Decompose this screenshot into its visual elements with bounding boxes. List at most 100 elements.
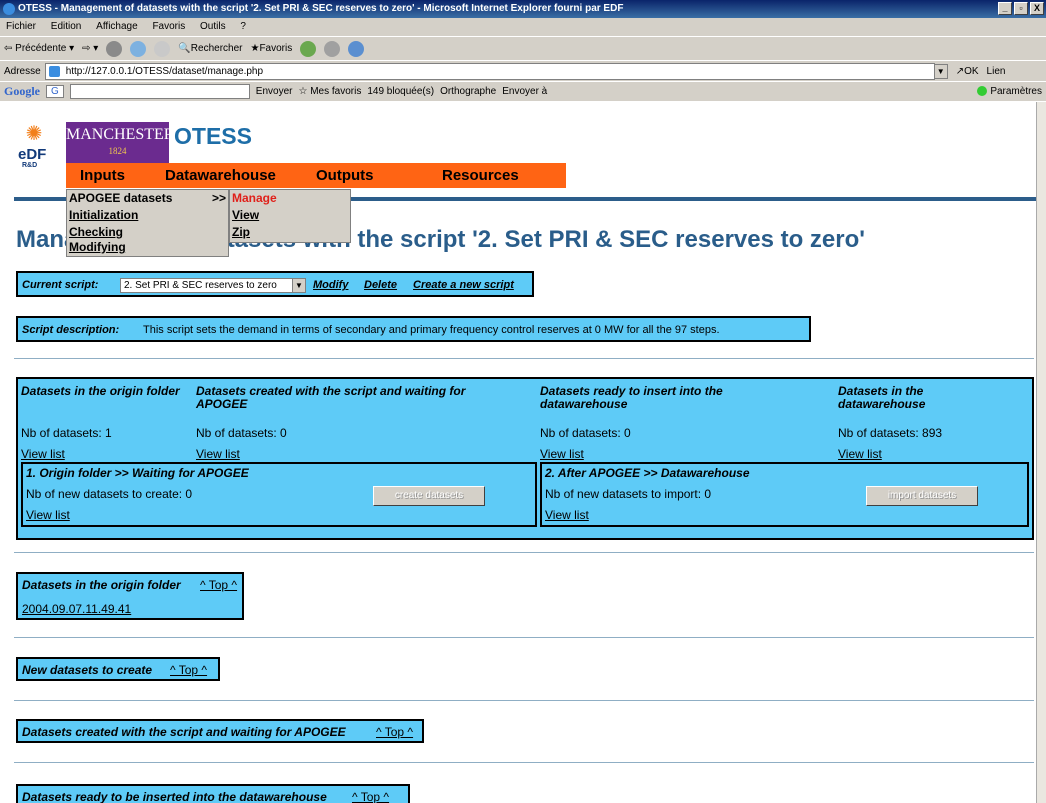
step2-panel: 2. After APOGEE >> Datawarehouse Nb of n… [540, 462, 1029, 527]
close-button[interactable]: X [1030, 2, 1044, 15]
summary-warehouse-viewlist[interactable]: View list [838, 447, 882, 461]
google-g-button[interactable]: G [46, 85, 64, 98]
create-datasets-button[interactable]: create datasets [373, 486, 485, 506]
step1-viewlist[interactable]: View list [26, 508, 70, 522]
submenu-zip[interactable]: Zip [232, 225, 250, 239]
page-icon [48, 65, 60, 77]
vertical-scrollbar[interactable] [1036, 102, 1046, 803]
address-input[interactable]: http://127.0.0.1/OTESS/dataset/manage.ph… [44, 62, 935, 80]
refresh-icon[interactable] [130, 40, 147, 57]
forward-button[interactable]: ⇨ ▾ [82, 43, 98, 54]
step2-count: Nb of new datasets to import: 0 [545, 487, 712, 501]
menu-checking[interactable]: Checking [69, 225, 123, 239]
menu-affichage[interactable]: Affichage [96, 21, 138, 32]
home-icon[interactable] [154, 40, 171, 57]
top-link[interactable]: ^ Top ^ [352, 790, 389, 803]
origin-folder-section: Datasets in the origin folder ^ Top ^ 20… [16, 572, 244, 620]
step1-panel: 1. Origin folder >> Waiting for APOGEE N… [21, 462, 537, 527]
submenu-manage[interactable]: Manage [232, 191, 277, 205]
nav-datawarehouse[interactable]: Datawarehouse [165, 167, 276, 184]
summary-origin-count: Nb of datasets: 1 [21, 426, 112, 440]
favorites-button[interactable]: ★Favoris [250, 43, 292, 54]
menu-edition[interactable]: Edition [51, 21, 82, 32]
ready-insert-title: Datasets ready to be inserted into the d… [22, 790, 327, 803]
go-button[interactable]: ↗OK [956, 66, 979, 77]
nav-resources[interactable]: Resources [442, 167, 519, 184]
google-search-input[interactable] [69, 84, 250, 99]
step1-title: 1. Origin folder >> Waiting for APOGEE [26, 466, 249, 480]
settings-dot-icon [977, 86, 988, 97]
page-content: ✺ eDF R&D MANCHESTER 1824 OTESS Inputs Da… [0, 102, 1036, 803]
links-label[interactable]: Lien [987, 66, 1006, 77]
google-settings-button[interactable]: Paramètres [977, 86, 1042, 97]
menu-apogee-datasets[interactable]: APOGEE datasets [69, 191, 172, 205]
google-fav-button[interactable]: ☆ Mes favoris [298, 86, 361, 97]
delete-link[interactable]: Delete [364, 279, 397, 291]
google-logo[interactable]: Google [4, 84, 40, 99]
search-button[interactable]: 🔍Rechercher [178, 43, 242, 54]
summary-ready-count: Nb of datasets: 0 [540, 426, 631, 440]
settings-label: Paramètres [990, 86, 1042, 97]
summary-ready-title: Datasets ready to insert into the datawa… [540, 384, 723, 411]
back-label: Précédente [15, 43, 67, 54]
back-button[interactable]: ⇦ Précédente ▾ [4, 43, 74, 54]
summary-ready-viewlist[interactable]: View list [540, 447, 584, 461]
menu-outils[interactable]: Outils [200, 21, 226, 32]
summary-waiting: Datasets created with the script and wai… [196, 384, 516, 462]
description-text: This script sets the demand in terms of … [143, 324, 720, 336]
menu-modifying[interactable]: Modifying [69, 240, 126, 254]
nav-inputs[interactable]: Inputs [80, 167, 125, 184]
history-icon[interactable] [300, 40, 317, 57]
menu-fichier[interactable]: Fichier [6, 21, 36, 32]
edf-rd-text: R&D [22, 162, 38, 169]
maximize-button[interactable]: ▫ [1014, 2, 1028, 15]
summary-waiting-viewlist[interactable]: View list [196, 447, 240, 461]
manchester-year: 1824 [108, 146, 127, 156]
origin-section-title: Datasets in the origin folder [22, 578, 181, 592]
script-description-bar: Script description: This script sets the… [16, 316, 811, 342]
submenu-view[interactable]: View [232, 208, 259, 222]
address-dropdown-icon[interactable]: ▼ [933, 63, 948, 79]
menu-bar: Fichier Edition Affichage Favoris Outils… [0, 18, 1046, 36]
origin-dataset-link[interactable]: 2004.09.07.11.49.41 [22, 602, 131, 616]
waiting-apogee-section: Datasets created with the script and wai… [16, 719, 424, 743]
ie-icon [3, 3, 15, 15]
summary-waiting-title: Datasets created with the script and wai… [196, 384, 466, 411]
step2-viewlist[interactable]: View list [545, 508, 589, 522]
divider [14, 358, 1034, 359]
datasets-summary: Datasets in the origin folder Nb of data… [16, 377, 1034, 540]
script-select[interactable]: 2. Set PRI & SEC reserves to zero ▼ [120, 278, 306, 293]
google-send-button[interactable]: Envoyer [256, 86, 293, 97]
popup-blocker[interactable]: 149 bloquée(s) [367, 86, 434, 97]
new-datasets-section: New datasets to create ^ Top ^ [16, 657, 220, 681]
import-datasets-button[interactable]: import datasets [866, 486, 978, 506]
top-link[interactable]: ^ Top ^ [170, 663, 207, 677]
edf-text: eDF [18, 146, 47, 163]
step2-title: 2. After APOGEE >> Datawarehouse [545, 466, 750, 480]
google-toolbar: Google G Envoyer ☆ Mes favoris 149 bloqu… [0, 81, 1046, 101]
ready-insert-section: Datasets ready to be inserted into the d… [16, 784, 410, 803]
menu-help[interactable]: ? [240, 21, 246, 32]
summary-origin-title: Datasets in the origin folder [21, 384, 180, 398]
menu-initialization[interactable]: Initialization [69, 208, 138, 222]
create-script-link[interactable]: Create a new script [413, 279, 514, 291]
minimize-button[interactable]: _ [998, 2, 1012, 15]
top-link[interactable]: ^ Top ^ [200, 578, 237, 592]
edf-flame-icon: ✺ [25, 123, 43, 145]
stop-icon[interactable] [106, 40, 123, 57]
summary-origin-viewlist[interactable]: View list [21, 447, 65, 461]
word-icon[interactable] [348, 40, 365, 57]
main-nav: Inputs Datawarehouse Outputs Resources [66, 163, 566, 188]
summary-waiting-count: Nb of datasets: 0 [196, 426, 287, 440]
modify-link[interactable]: Modify [313, 279, 348, 291]
summary-origin: Datasets in the origin folder Nb of data… [21, 384, 181, 462]
waiting-apogee-title: Datasets created with the script and wai… [22, 725, 346, 739]
spellcheck-button[interactable]: Orthographe [440, 86, 496, 97]
menu-favoris[interactable]: Favoris [152, 21, 185, 32]
send-to-button[interactable]: Envoyer à [502, 86, 547, 97]
print-icon[interactable] [324, 40, 341, 57]
top-link[interactable]: ^ Top ^ [376, 725, 413, 739]
google-fav-label: Mes favoris [310, 86, 362, 97]
nav-outputs[interactable]: Outputs [316, 167, 374, 184]
script-select-value: 2. Set PRI & SEC reserves to zero [124, 280, 277, 291]
